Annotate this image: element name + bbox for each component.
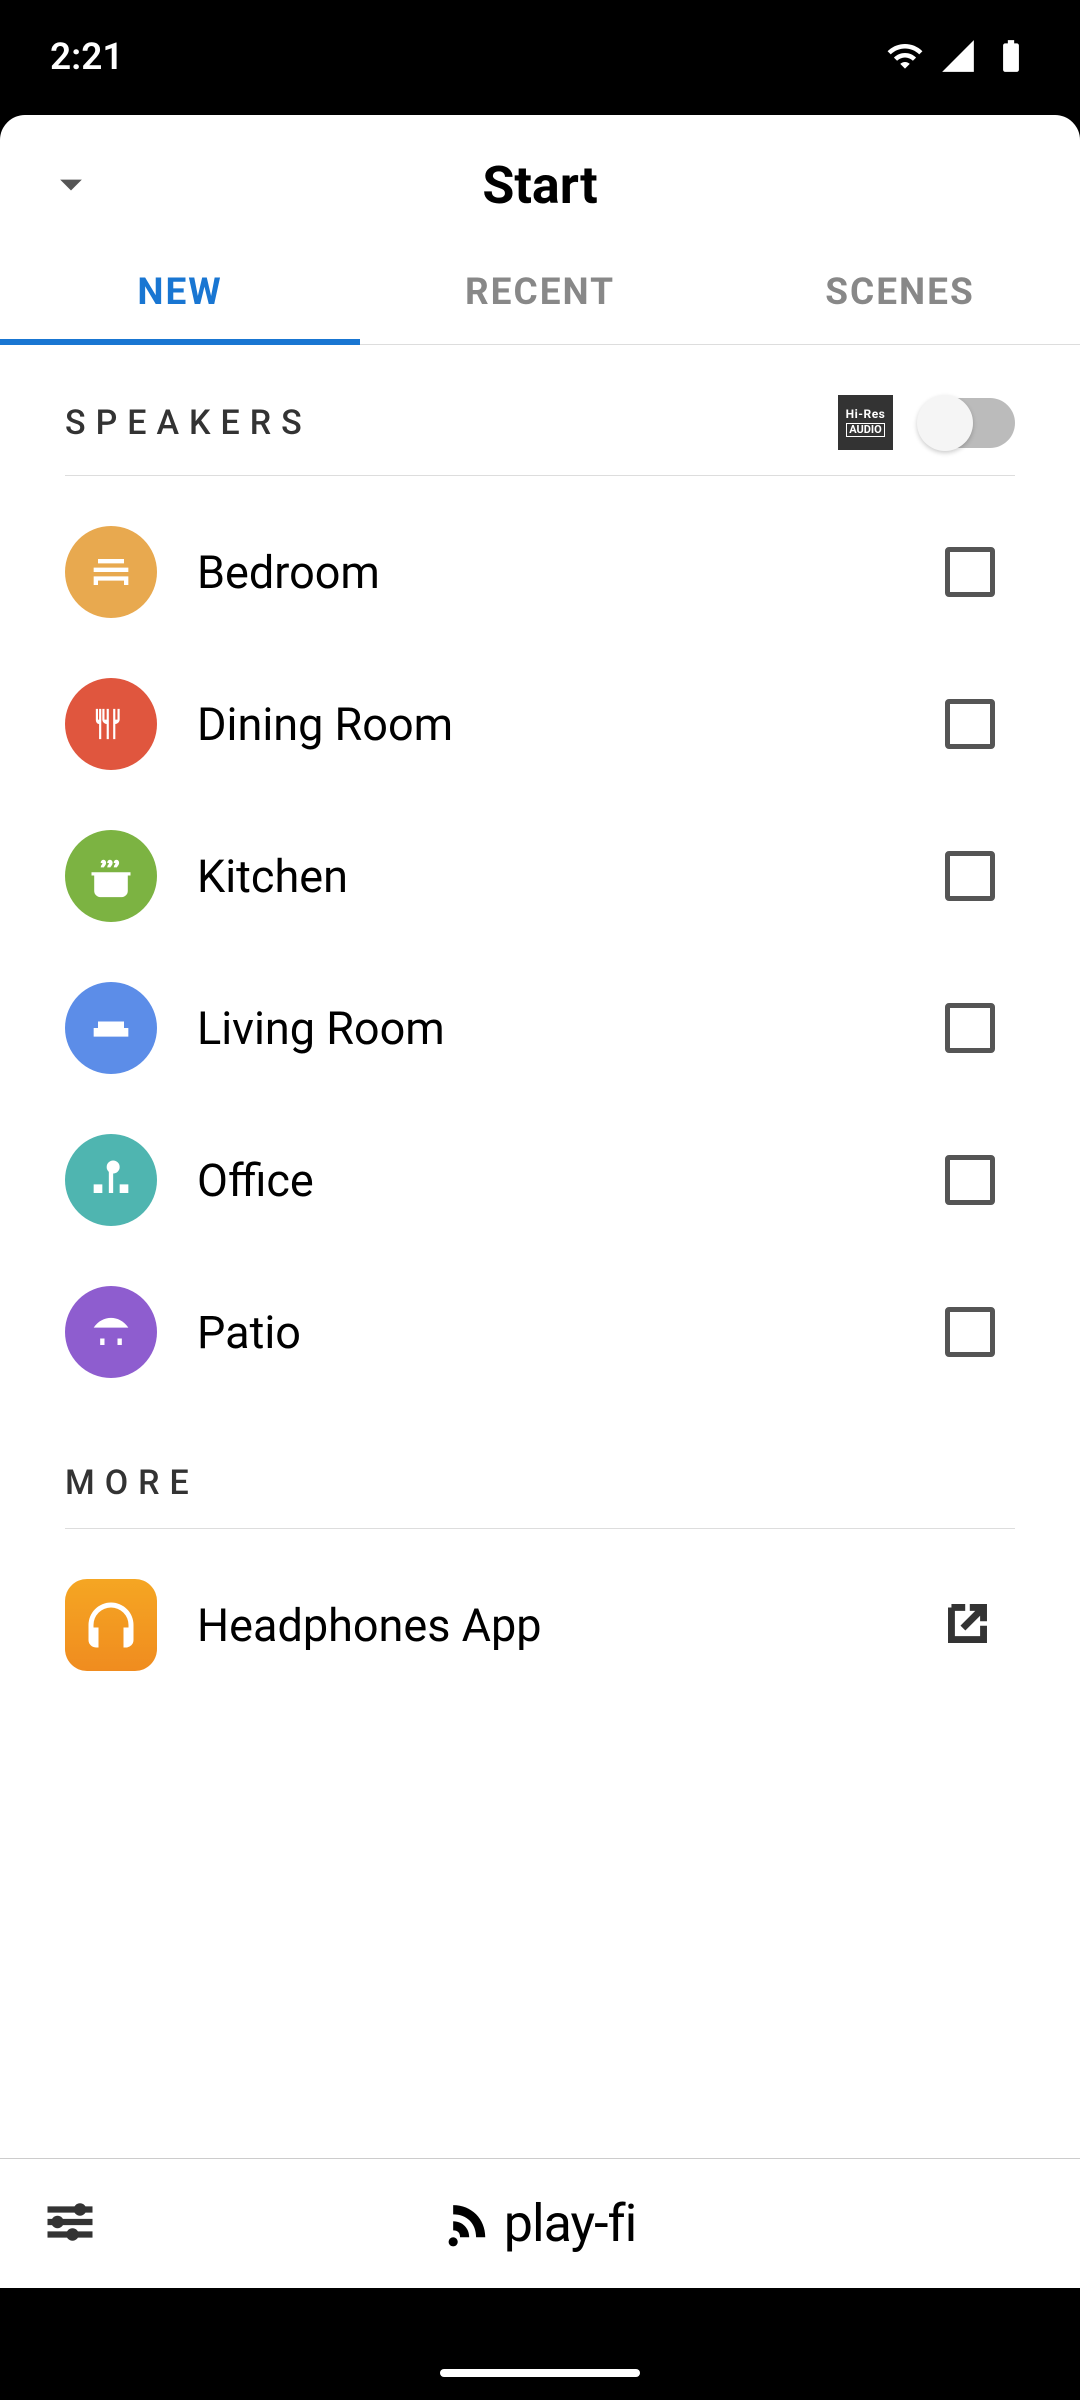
battery-icon — [992, 37, 1030, 79]
system-nav-bar — [0, 2345, 1080, 2400]
speaker-item-living[interactable]: Living Room — [65, 952, 1015, 1104]
tab-new[interactable]: NEW — [0, 241, 360, 344]
bottom-bar: play-fi — [0, 2158, 1080, 2288]
speaker-label: Living Room — [197, 1002, 905, 1055]
speaker-label: Patio — [197, 1306, 905, 1359]
status-icons — [886, 37, 1030, 79]
tab-recent[interactable]: RECENT — [360, 241, 720, 344]
desk-icon — [65, 1134, 157, 1226]
speaker-item-bedroom[interactable]: Bedroom — [65, 496, 1015, 648]
sliders-icon — [40, 2237, 100, 2256]
speaker-checkbox[interactable] — [945, 1307, 995, 1357]
content: SPEAKERS Hi-Res AUDIO Bedroom Dining Roo… — [0, 345, 1080, 1701]
sofa-icon — [65, 982, 157, 1074]
status-bar: 2:21 — [0, 0, 1080, 115]
playfi-mark-icon — [444, 2196, 499, 2251]
more-title: MORE — [65, 1463, 199, 1503]
brand-text: play-fi — [504, 2193, 636, 2254]
tabs: NEW RECENT SCENES — [0, 241, 1080, 345]
speaker-item-dining[interactable]: Dining Room — [65, 648, 1015, 800]
speaker-label: Bedroom — [197, 546, 905, 599]
pot-icon — [65, 830, 157, 922]
speaker-item-kitchen[interactable]: Kitchen — [65, 800, 1015, 952]
brand-logo: play-fi — [444, 2193, 636, 2254]
more-item-headphones[interactable]: Headphones App — [65, 1549, 1015, 1701]
hires-audio-badge: Hi-Res AUDIO — [838, 395, 893, 450]
speaker-checkbox[interactable] — [945, 1003, 995, 1053]
wifi-icon — [886, 37, 924, 79]
collapse-button[interactable] — [45, 158, 97, 214]
cutlery-icon — [65, 678, 157, 770]
page-title: Start — [50, 155, 1030, 216]
speakers-title: SPEAKERS — [65, 403, 312, 443]
headphones-icon — [65, 1579, 157, 1671]
open-external-icon — [940, 1596, 1015, 1655]
app-container: Start NEW RECENT SCENES SPEAKERS Hi-Res … — [0, 115, 1080, 2288]
speaker-item-patio[interactable]: Patio — [65, 1256, 1015, 1408]
signal-icon — [939, 37, 977, 79]
speaker-label: Dining Room — [197, 698, 905, 751]
nav-pill[interactable] — [440, 2369, 640, 2377]
more-label: Headphones App — [197, 1599, 900, 1652]
speaker-label: Office — [197, 1154, 905, 1207]
speaker-checkbox[interactable] — [945, 547, 995, 597]
bed-icon — [65, 526, 157, 618]
hires-toggle[interactable] — [923, 398, 1015, 448]
header: Start — [0, 115, 1080, 241]
tab-scenes[interactable]: SCENES — [720, 241, 1080, 344]
status-time: 2:21 — [50, 36, 124, 79]
more-section-header: MORE — [65, 1463, 1015, 1529]
speakers-actions: Hi-Res AUDIO — [838, 395, 1015, 450]
speaker-checkbox[interactable] — [945, 851, 995, 901]
speaker-label: Kitchen — [197, 850, 905, 903]
settings-button[interactable] — [40, 2192, 100, 2256]
speaker-item-office[interactable]: Office — [65, 1104, 1015, 1256]
speakers-section-header: SPEAKERS Hi-Res AUDIO — [65, 395, 1015, 476]
speaker-checkbox[interactable] — [945, 699, 995, 749]
patio-icon — [65, 1286, 157, 1378]
chevron-down-icon — [45, 195, 97, 214]
speaker-checkbox[interactable] — [945, 1155, 995, 1205]
